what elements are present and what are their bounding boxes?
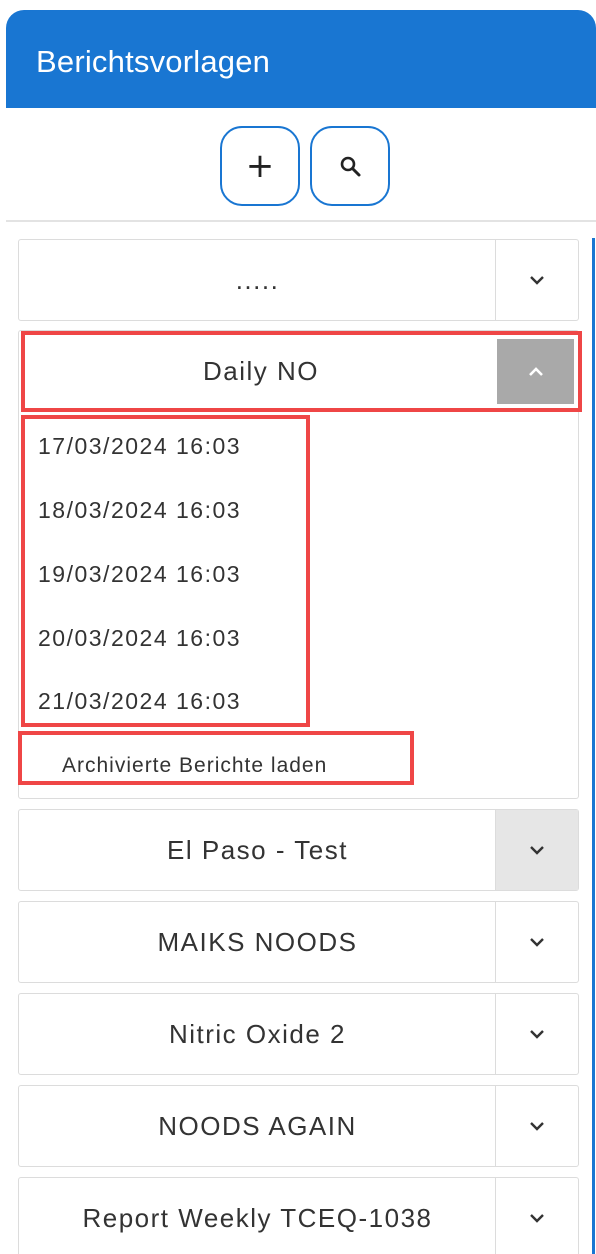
expand-toggle[interactable] <box>495 810 578 890</box>
template-label: ..... <box>235 264 280 295</box>
collapse-toggle[interactable] <box>497 339 574 404</box>
expand-toggle[interactable] <box>495 1086 578 1166</box>
toolbar: + <box>0 108 596 223</box>
chevron-up-icon <box>528 366 543 376</box>
report-link[interactable]: 20/03/2024 16:03 <box>38 625 241 652</box>
top-strip <box>0 0 596 8</box>
chevron-down-icon <box>530 1030 544 1039</box>
chevron-down-icon <box>530 276 544 285</box>
expand-toggle[interactable] <box>495 994 578 1074</box>
load-archived-reports-link[interactable]: Archivierte Berichte laden <box>62 754 327 778</box>
scroll-edge <box>592 238 595 1254</box>
template-item[interactable]: MAIKS NOODS <box>18 901 579 983</box>
template-label: Nitric Oxide 2 <box>168 1018 347 1049</box>
template-item[interactable]: El Paso - Test <box>18 809 579 891</box>
template-label: Report Weekly TCEQ-1038 <box>82 1202 433 1233</box>
expand-toggle[interactable] <box>495 902 578 982</box>
chevron-down-icon <box>530 846 544 855</box>
archive-highlight: Archivierte Berichte laden <box>18 731 414 785</box>
template-header-highlight[interactable]: Daily NO <box>21 331 582 412</box>
expand-toggle[interactable] <box>495 240 578 320</box>
report-link[interactable]: 18/03/2024 16:03 <box>38 497 241 524</box>
template-item[interactable]: ..... <box>18 239 579 321</box>
search-icon <box>340 156 361 177</box>
template-item[interactable]: NOODS AGAIN <box>18 1085 579 1167</box>
panel-title: Berichtsvorlagen <box>36 44 271 79</box>
template-item[interactable]: Nitric Oxide 2 <box>18 993 579 1075</box>
template-label: Daily NO <box>202 356 319 386</box>
toolbar-divider <box>6 220 596 222</box>
expand-toggle[interactable] <box>495 1178 578 1254</box>
plus-icon: + <box>245 146 275 186</box>
chevron-down-icon <box>530 1122 544 1131</box>
template-label: MAIKS NOODS <box>157 926 358 957</box>
chevron-down-icon <box>530 1214 544 1223</box>
report-link[interactable]: 17/03/2024 16:03 <box>38 433 241 460</box>
report-link[interactable]: 19/03/2024 16:03 <box>38 561 241 588</box>
report-link[interactable]: 21/03/2024 16:03 <box>38 688 241 715</box>
template-label: NOODS AGAIN <box>158 1110 357 1141</box>
search-button[interactable] <box>310 126 390 206</box>
panel-header: Berichtsvorlagen <box>6 10 596 108</box>
template-label: El Paso - Test <box>167 834 348 865</box>
template-item[interactable]: Report Weekly TCEQ-1038 <box>18 1177 579 1254</box>
chevron-down-icon <box>530 938 544 947</box>
add-template-button[interactable]: + <box>220 126 300 206</box>
